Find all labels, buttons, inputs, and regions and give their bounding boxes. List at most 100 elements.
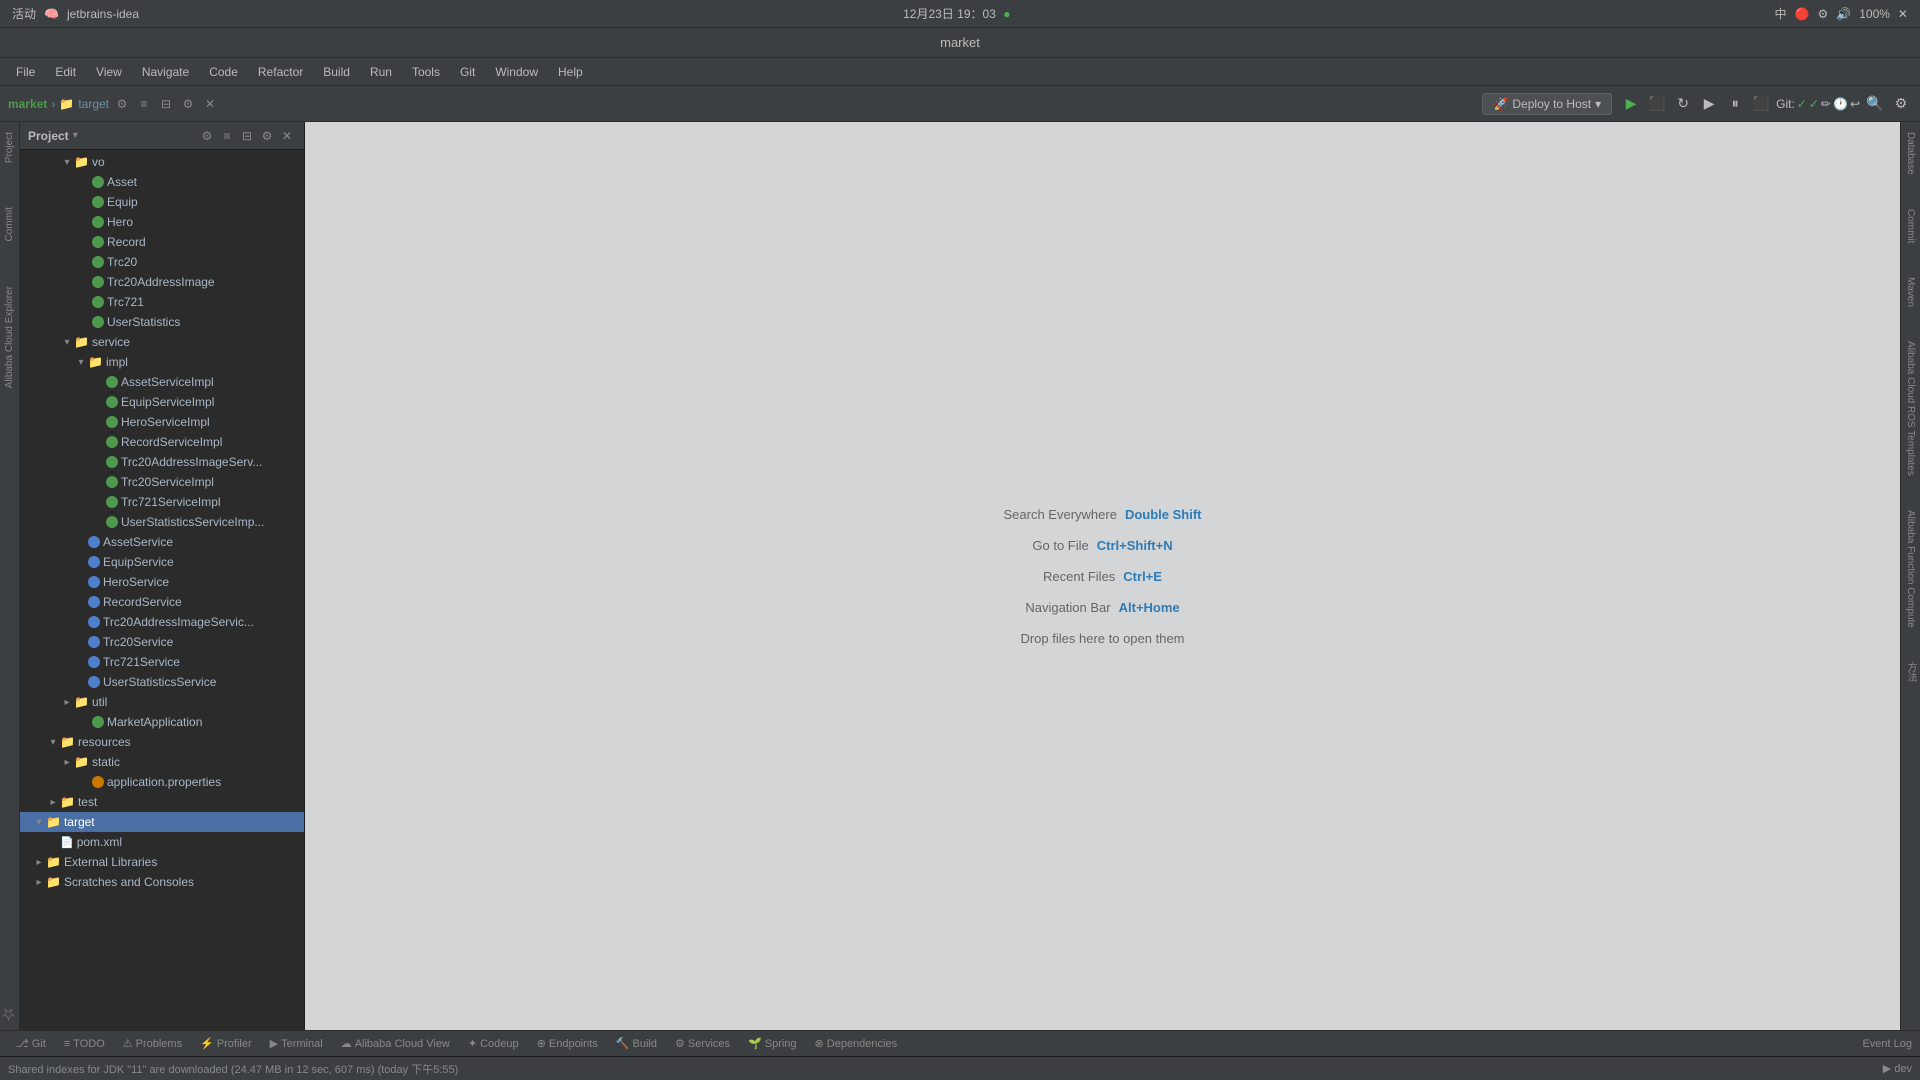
tree-item-hero[interactable]: Hero — [20, 212, 304, 232]
tree-item-appprops[interactable]: application.properties — [20, 772, 304, 792]
tree-item-assetserviceimpl[interactable]: AssetServiceImpl — [20, 372, 304, 392]
commit-right-side-tab[interactable]: Commit — [1903, 203, 1918, 249]
tree-item-test[interactable]: ▸ 📁 test — [20, 792, 304, 812]
tree-item-heroservice[interactable]: HeroService — [20, 572, 304, 592]
profiler-tab-label: Profiler — [217, 1038, 252, 1050]
tree-item-util[interactable]: ▸ 📁 util — [20, 692, 304, 712]
tab-problems[interactable]: ⚠ Problems — [115, 1035, 190, 1052]
toolbar-sort-btn[interactable]: ≡ — [135, 95, 153, 113]
settings-toolbar-btn[interactable]: ⚙ — [1890, 93, 1912, 115]
tree-item-resources[interactable]: ▾ 📁 resources — [20, 732, 304, 752]
tree-item-trc20service[interactable]: Trc20Service — [20, 632, 304, 652]
menu-code[interactable]: Code — [201, 63, 246, 81]
tree-item-trc721service[interactable]: Trc721Service — [20, 652, 304, 672]
tree-item-equip[interactable]: Equip — [20, 192, 304, 212]
tree-item-equipservice[interactable]: EquipService — [20, 552, 304, 572]
menu-run[interactable]: Run — [362, 63, 400, 81]
pause-btn[interactable]: ⏸ — [1724, 93, 1746, 115]
tree-item-asset[interactable]: Asset — [20, 172, 304, 192]
project-header-close-btn[interactable]: ✕ — [278, 127, 296, 145]
alibaba-func-side-tab[interactable]: Alibaba Function Compute — [1903, 504, 1918, 634]
tab-spring[interactable]: 🌱 Spring — [740, 1035, 805, 1052]
tab-alibaba-cloud[interactable]: ☁ Alibaba Cloud View — [333, 1035, 458, 1052]
tree-item-trc20[interactable]: Trc20 — [20, 252, 304, 272]
commit-side-tab[interactable]: Commit — [2, 201, 17, 247]
tree-item-vo[interactable]: ▾ 📁 vo — [20, 152, 304, 172]
tree-item-scratches[interactable]: ▸ 📁 Scratches and Consoles — [20, 872, 304, 892]
tree-item-trc721serviceimpl[interactable]: Trc721ServiceImpl — [20, 492, 304, 512]
tree-item-external-libraries[interactable]: ▸ 📁 External Libraries — [20, 852, 304, 872]
tree-item-equipserviceimpl[interactable]: EquipServiceImpl — [20, 392, 304, 412]
stop-btn[interactable]: ⬛ — [1646, 93, 1668, 115]
menu-git[interactable]: Git — [452, 63, 483, 81]
tab-terminal[interactable]: ▶ Terminal — [262, 1035, 331, 1052]
tab-build[interactable]: 🔨 Build — [608, 1035, 665, 1052]
debug-btn[interactable]: ⬛ — [1750, 93, 1772, 115]
tab-codeup[interactable]: ✦ Codeup — [460, 1035, 527, 1052]
tree-item-assetservice[interactable]: AssetService — [20, 532, 304, 552]
breadcrumb-project[interactable]: market — [8, 97, 47, 111]
interface-icon-userstatisticsservice — [88, 676, 100, 688]
menu-file[interactable]: File — [8, 63, 43, 81]
tree-item-userstatisticsserviceimp[interactable]: UserStatisticsServiceImp... — [20, 512, 304, 532]
tab-todo[interactable]: ≡ TODO — [56, 1036, 113, 1052]
toolbar-close-btn[interactable]: ✕ — [201, 95, 219, 113]
tab-git[interactable]: ⎇ Git — [8, 1035, 54, 1052]
tree-item-trc20addrserviceif[interactable]: Trc20AddressImageServic... — [20, 612, 304, 632]
tree-label-scratches: Scratches and Consoles — [64, 875, 194, 889]
database-side-tab[interactable]: Database — [1903, 126, 1918, 181]
search-toolbar-btn[interactable]: 🔍 — [1864, 93, 1886, 115]
tab-dependencies[interactable]: ⊗ Dependencies — [807, 1035, 906, 1052]
project-header-sort-btn[interactable]: ≡ — [218, 127, 236, 145]
toolbar-gear-btn[interactable]: ⚙ — [179, 95, 197, 113]
event-log-button[interactable]: Event Log — [1862, 1038, 1912, 1050]
tree-item-service[interactable]: ▾ 📁 service — [20, 332, 304, 352]
rerun-btn[interactable]: ↻ — [1672, 93, 1694, 115]
run-btn[interactable]: ▶ — [1620, 93, 1642, 115]
tree-item-userstatisticsservice[interactable]: UserStatisticsService — [20, 672, 304, 692]
menu-navigate[interactable]: Navigate — [134, 63, 197, 81]
tree-item-recordservice[interactable]: RecordService — [20, 592, 304, 612]
toolbar-settings-btn[interactable]: ⚙ — [113, 95, 131, 113]
deploy-to-host-button[interactable]: 🚀 Deploy to Host ▾ — [1482, 93, 1612, 115]
tab-services[interactable]: ⚙ Services — [667, 1035, 738, 1052]
toolbar-collapse-btn[interactable]: ⊟ — [157, 95, 175, 113]
alibaba-ros-side-tab[interactable]: Alibaba Cloud ROS Templates — [1903, 335, 1918, 482]
maven-side-tab[interactable]: Maven — [1903, 271, 1918, 313]
project-header-settings-btn[interactable]: ⚙ — [198, 127, 216, 145]
menu-tools[interactable]: Tools — [404, 63, 448, 81]
tree-item-trc20addrserv[interactable]: Trc20AddressImageServ... — [20, 452, 304, 472]
tree-label-trc20service: Trc20Service — [103, 635, 173, 649]
menu-edit[interactable]: Edit — [47, 63, 84, 81]
explorer-side-tab[interactable]: Alibaba Cloud Explorer — [2, 280, 17, 394]
project-dropdown-icon[interactable]: ▾ — [73, 130, 78, 141]
tab-endpoints[interactable]: ⊕ Endpoints — [529, 1035, 606, 1052]
menu-view[interactable]: View — [88, 63, 130, 81]
tree-item-static[interactable]: ▸ 📁 static — [20, 752, 304, 772]
method-side-tab[interactable]: 方法 — [1901, 656, 1920, 688]
tree-item-target[interactable]: ▾ 📁 target — [20, 812, 304, 832]
menu-help[interactable]: Help — [550, 63, 591, 81]
project-header-gear-btn[interactable]: ⚙ — [258, 127, 276, 145]
activities-label[interactable]: 活动 — [12, 5, 36, 22]
breadcrumb-target-label[interactable]: target — [78, 97, 109, 111]
tree-item-heroserviceimpl[interactable]: HeroServiceImpl — [20, 412, 304, 432]
tab-profiler[interactable]: ⚡ Profiler — [192, 1035, 260, 1052]
tree-item-trc20addr[interactable]: Trc20AddressImage — [20, 272, 304, 292]
status-git-branch[interactable]: ▶ dev — [1883, 1062, 1912, 1075]
project-header-collapse-btn[interactable]: ⊟ — [238, 127, 256, 145]
tree-item-recordserviceimpl[interactable]: RecordServiceImpl — [20, 432, 304, 452]
tree-item-record[interactable]: Record — [20, 232, 304, 252]
tree-item-userstatistics[interactable]: UserStatistics — [20, 312, 304, 332]
tree-item-marketapplication[interactable]: MarketApplication — [20, 712, 304, 732]
tree-item-impl[interactable]: ▾ 📁 impl — [20, 352, 304, 372]
project-side-tab[interactable]: Project — [2, 126, 17, 169]
favorite-side-tab[interactable]: ☆ — [0, 999, 21, 1030]
menu-build[interactable]: Build — [315, 63, 358, 81]
coverage-btn[interactable]: ▶ — [1698, 93, 1720, 115]
menu-window[interactable]: Window — [487, 63, 546, 81]
tree-item-trc20serviceimpl[interactable]: Trc20ServiceImpl — [20, 472, 304, 492]
tree-item-pomxml[interactable]: 📄 pom.xml — [20, 832, 304, 852]
tree-item-trc721[interactable]: Trc721 — [20, 292, 304, 312]
menu-refactor[interactable]: Refactor — [250, 63, 311, 81]
